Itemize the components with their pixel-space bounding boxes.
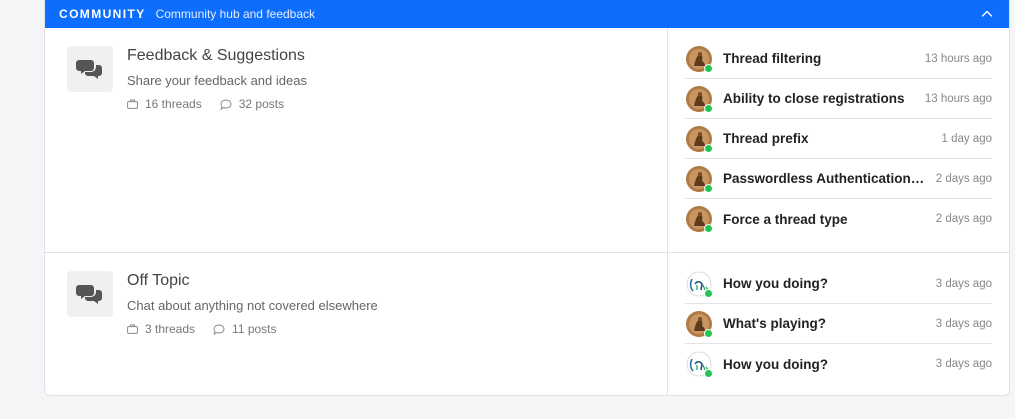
chevron-up-icon[interactable] <box>979 6 995 22</box>
category-header: COMMUNITY Community hub and feedback <box>45 0 1009 28</box>
thread-title[interactable]: How you doing? <box>723 357 928 372</box>
chat-bubbles-icon <box>67 271 113 317</box>
thread-item[interactable]: What's playing? 3 days ago <box>685 304 992 344</box>
threads-label: 16 threads <box>145 97 202 111</box>
online-indicator <box>704 63 713 73</box>
latest-threads: How you doing? 3 days ago What's playing… <box>685 264 992 384</box>
avatar[interactable] <box>686 85 713 113</box>
community-category-card: COMMUNITY Community hub and feedback Fee… <box>44 0 1010 396</box>
forum-stats: 3 threads 11 posts <box>127 322 295 336</box>
thread-time: 13 hours ago <box>924 52 992 65</box>
forum-info: Feedback & Suggestions Share your feedba… <box>45 28 668 252</box>
avatar[interactable] <box>686 310 713 338</box>
thread-item[interactable]: How you doing? 3 days ago <box>685 264 992 304</box>
forum-row: Feedback & Suggestions Share your feedba… <box>45 28 1009 253</box>
posts-label: 32 posts <box>238 97 285 111</box>
online-indicator <box>704 183 713 193</box>
online-indicator <box>704 103 713 113</box>
thread-time: 2 days ago <box>935 172 992 185</box>
online-indicator <box>704 143 713 153</box>
thread-title[interactable]: Thread prefix <box>723 131 933 146</box>
thread-time: 1 day ago <box>941 132 992 145</box>
forum-stats: 16 threads 32 posts <box>127 97 302 111</box>
thread-title[interactable]: Force a thread type <box>723 212 928 227</box>
thread-title[interactable]: How you doing? <box>723 276 928 291</box>
latest-threads: Thread filtering 13 hours ago Ability to… <box>685 39 992 239</box>
avatar[interactable] <box>686 165 713 193</box>
posts-label: 11 posts <box>232 322 277 336</box>
comment-icon <box>213 323 225 335</box>
thread-time: 3 days ago <box>935 358 992 370</box>
online-indicator <box>704 288 713 298</box>
thread-item[interactable]: Ability to close registrations 13 hours … <box>685 79 992 119</box>
thread-time: 13 hours ago <box>924 92 992 105</box>
online-indicator <box>704 369 713 378</box>
thread-title[interactable]: Passwordless Authentication Fl... <box>723 171 928 186</box>
forum-row: Off Topic Chat about anything not covere… <box>45 253 1009 395</box>
thread-time: 2 days ago <box>935 213 992 225</box>
forum-title[interactable]: Off Topic <box>127 272 190 290</box>
forum-info: Off Topic Chat about anything not covere… <box>45 253 668 395</box>
folder-icon <box>127 324 138 334</box>
chat-bubbles-icon <box>67 46 113 92</box>
forum-title[interactable]: Feedback & Suggestions <box>127 47 305 65</box>
thread-item[interactable]: How you doing? 3 days ago <box>685 344 992 384</box>
thread-item[interactable]: Passwordless Authentication Fl... 2 days… <box>685 159 992 199</box>
online-indicator <box>704 224 713 233</box>
posts-count: 32 posts <box>220 97 284 111</box>
forum-description: Share your feedback and ideas <box>127 73 307 88</box>
thread-item[interactable]: Thread filtering 13 hours ago <box>685 39 992 79</box>
thread-title[interactable]: What's playing? <box>723 316 928 331</box>
avatar[interactable] <box>686 45 713 73</box>
threads-count: 3 threads <box>127 322 195 336</box>
thread-item[interactable]: Thread prefix 1 day ago <box>685 119 992 159</box>
category-subtitle: Community hub and feedback <box>155 7 316 21</box>
folder-icon <box>127 99 138 109</box>
comment-icon <box>220 98 232 110</box>
thread-time: 3 days ago <box>935 277 992 290</box>
forum-description: Chat about anything not covered elsewher… <box>127 298 378 313</box>
thread-title[interactable]: Ability to close registrations <box>723 91 917 106</box>
threads-label: 3 threads <box>145 322 196 336</box>
avatar[interactable] <box>686 125 713 153</box>
threads-count: 16 threads <box>127 97 202 111</box>
category-title[interactable]: COMMUNITY <box>59 7 146 21</box>
avatar[interactable] <box>686 206 713 233</box>
thread-title[interactable]: Thread filtering <box>723 51 917 66</box>
thread-item[interactable]: Force a thread type 2 days ago <box>685 199 992 239</box>
thread-time: 3 days ago <box>935 317 992 330</box>
posts-count: 11 posts <box>213 322 277 336</box>
avatar[interactable] <box>686 271 713 298</box>
avatar[interactable] <box>686 351 713 378</box>
online-indicator <box>704 328 713 338</box>
